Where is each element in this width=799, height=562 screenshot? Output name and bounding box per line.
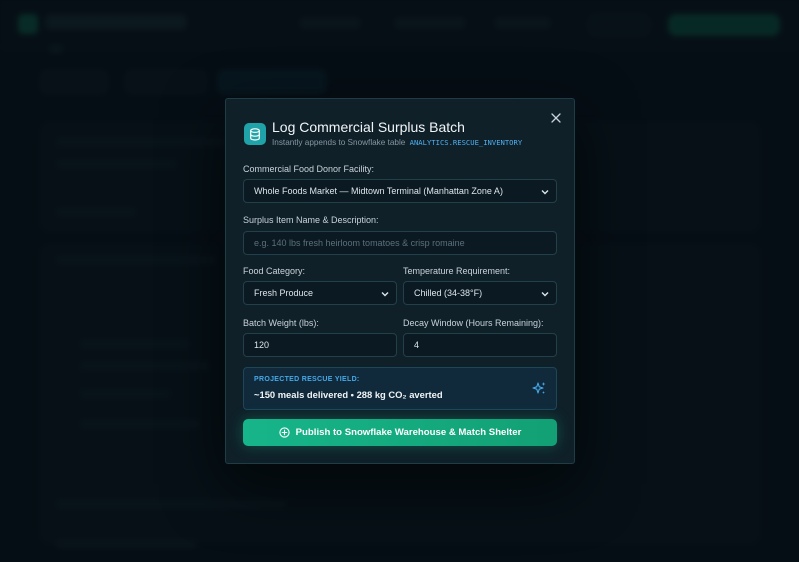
category-select[interactable]: Fresh Produce: [243, 281, 397, 305]
weight-input[interactable]: 120: [243, 333, 397, 357]
decay-window-label: Decay Window (Hours Remaining):: [403, 318, 544, 328]
chevron-down-icon: [381, 292, 389, 297]
donor-select-value: Whole Foods Market — Midtown Terminal (M…: [254, 186, 503, 196]
weight-input-value: 120: [254, 340, 270, 350]
sparkles-icon: [532, 382, 546, 394]
item-label: Surplus Item Name & Description:: [243, 215, 379, 225]
weight-label: Batch Weight (lbs):: [243, 318, 319, 328]
plus-circle-icon: [279, 427, 290, 438]
log-surplus-modal: Log Commercial Surplus Batch Instantly a…: [225, 98, 575, 464]
temperature-select[interactable]: Chilled (34-38°F): [403, 281, 557, 305]
modal-subtitle: Instantly appends to Snowflake table ANA…: [272, 138, 522, 147]
publish-button-label: Publish to Snowflake Warehouse & Match S…: [295, 427, 522, 438]
close-icon[interactable]: [551, 113, 561, 123]
projected-yield-value: ~150 meals delivered • 288 kg CO₂ averte…: [254, 389, 443, 400]
temperature-select-value: Chilled (34-38°F): [414, 288, 483, 298]
category-select-value: Fresh Produce: [254, 288, 314, 298]
chevron-down-icon: [541, 190, 549, 195]
item-description-placeholder: e.g. 140 lbs fresh heirloom tomatoes & c…: [254, 238, 465, 248]
modal-subtitle-text: Instantly appends to Snowflake table: [272, 138, 406, 147]
decay-window-input[interactable]: 4: [403, 333, 557, 357]
close-button[interactable]: [549, 111, 563, 125]
decay-window-value: 4: [414, 340, 420, 350]
publish-button[interactable]: Publish to Snowflake Warehouse & Match S…: [243, 419, 557, 446]
modal-title: Log Commercial Surplus Batch: [272, 119, 465, 135]
projected-yield-kicker: PROJECTED RESCUE YIELD:: [254, 376, 360, 383]
database-icon: [244, 123, 266, 145]
table-name: ANALYTICS.RESCUE_INVENTORY: [409, 138, 523, 147]
item-description-input[interactable]: e.g. 140 lbs fresh heirloom tomatoes & c…: [243, 231, 557, 255]
donor-label: Commercial Food Donor Facility:: [243, 164, 375, 174]
projected-yield-panel: PROJECTED RESCUE YIELD: ~150 meals deliv…: [243, 367, 557, 410]
temperature-label: Temperature Requirement:: [403, 266, 511, 276]
category-label: Food Category:: [243, 266, 306, 276]
chevron-down-icon: [541, 292, 549, 297]
donor-select[interactable]: Whole Foods Market — Midtown Terminal (M…: [243, 179, 557, 203]
